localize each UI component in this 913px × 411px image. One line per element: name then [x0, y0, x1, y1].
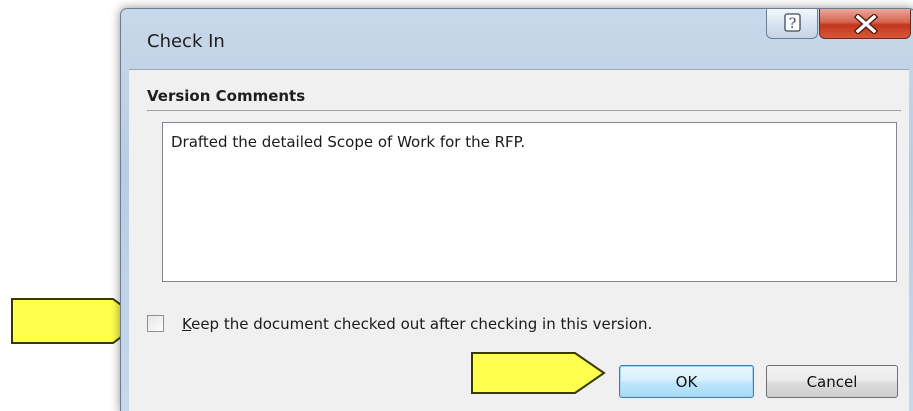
keep-checked-out-label[interactable]: Keep the document checked out after chec… [182, 315, 652, 333]
help-button[interactable]: ? [766, 9, 818, 39]
close-icon [853, 14, 879, 34]
keep-label-text: eep the document checked out after check… [191, 315, 653, 333]
ok-button[interactable]: OK [619, 365, 754, 398]
section-divider [147, 110, 901, 111]
annotation-arrow-ok [471, 352, 606, 394]
screenshot-stage: Check In ? Version Comments Keep t [0, 0, 913, 411]
version-comments-heading: Version Comments [147, 87, 306, 105]
keep-checked-out-checkbox[interactable] [147, 315, 164, 332]
keep-label-mnemonic: K [182, 315, 192, 333]
dialog-title: Check In [147, 31, 225, 52]
version-comments-textarea[interactable] [162, 122, 897, 282]
title-bar: Check In ? [121, 9, 913, 67]
cancel-button[interactable]: Cancel [766, 365, 898, 398]
close-button[interactable] [819, 9, 911, 39]
help-icon: ? [784, 13, 801, 32]
svg-text:?: ? [789, 16, 797, 32]
